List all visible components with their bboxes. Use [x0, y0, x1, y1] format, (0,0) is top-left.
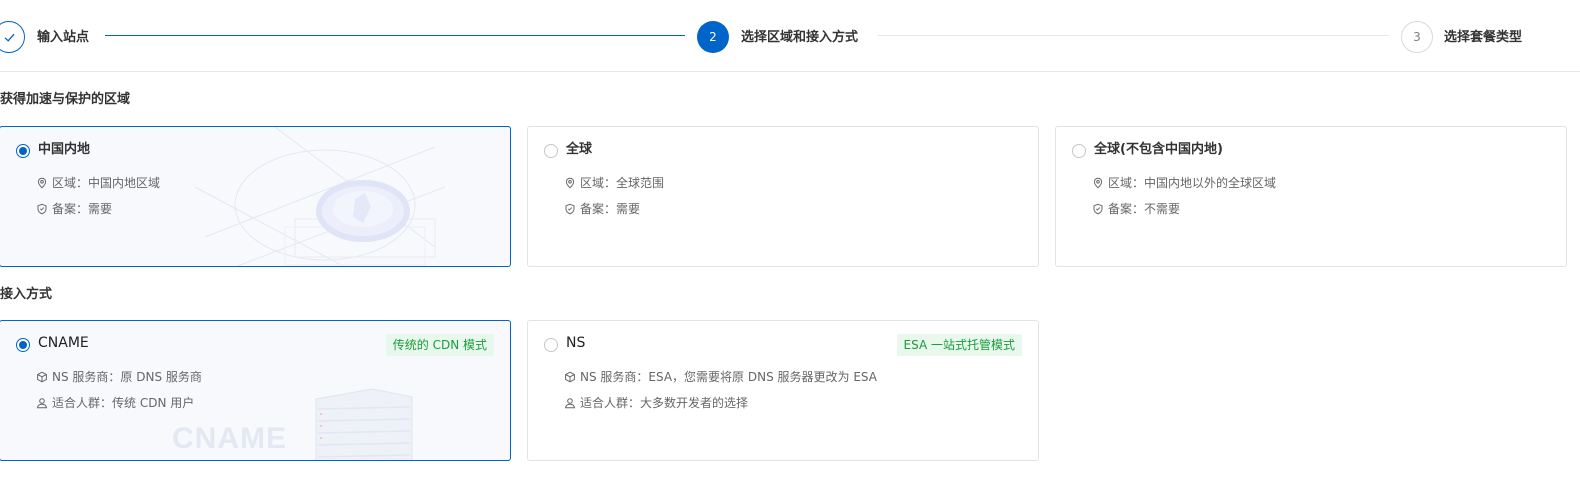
region-filing-info: 备案： 需要: [36, 201, 112, 217]
filing-value: 需要: [616, 202, 641, 216]
filing-label: 备案：: [1108, 202, 1145, 216]
cname-mode-tag: 传统的 CDN 模式: [385, 334, 494, 356]
access-radio-cname[interactable]: [16, 338, 30, 352]
steps-bar: 输入站点 2 选择区域和接入方式 3 选择套餐类型: [0, 0, 1580, 72]
region-title-global: 全球: [566, 142, 593, 157]
area-value: 中国内地区域: [88, 176, 161, 190]
cube-icon: [37, 371, 47, 383]
audience-value: 大多数开发者的选择: [640, 396, 749, 410]
access-title-cname: CNAME: [38, 335, 89, 351]
location-pin-icon: [1093, 177, 1103, 189]
region-area-info: 区域： 中国内地以外的全球区域: [1092, 175, 1276, 191]
check-icon: [4, 33, 14, 42]
ns-label: NS 服务商：: [52, 370, 121, 384]
ns-mode-tag: ESA 一站式托管模式: [896, 334, 1022, 356]
user-icon: [564, 398, 576, 409]
location-pin-icon: [37, 177, 47, 189]
region-option-global-excluding-mainland[interactable]: 全球(不包含中国内地) 区域： 中国内地以外的全球区域 备案： 不需要: [1055, 126, 1567, 267]
user-icon: [36, 398, 48, 409]
ns-label: NS 服务商：: [580, 370, 649, 384]
access-section-title: 接入方式: [0, 287, 53, 302]
region-radio-global[interactable]: [544, 144, 558, 158]
region-filing-info: 备案： 需要: [564, 201, 640, 217]
ns-value: ESA，您需要将原 DNS 服务器更改为 ESA: [648, 370, 877, 384]
audience-value: 传统 CDN 用户: [112, 396, 195, 410]
location-pin-icon: [565, 177, 575, 189]
cube-icon: [565, 371, 575, 383]
step-3-title: 选择套餐类型: [1444, 30, 1523, 45]
ns-value: 原 DNS 服务商: [120, 370, 202, 384]
area-value: 全球范围: [616, 176, 665, 190]
region-radio-global-excluding-mainland[interactable]: [1072, 144, 1086, 158]
area-label: 区域：: [52, 176, 89, 190]
region-filing-info: 备案： 不需要: [1092, 201, 1180, 217]
shield-icon: [37, 203, 47, 215]
region-area-info: 区域： 全球范围: [564, 175, 664, 191]
step-1-indicator[interactable]: [0, 21, 25, 53]
shield-icon: [1093, 203, 1103, 215]
step-3-indicator: 3: [1401, 21, 1433, 53]
area-label: 区域：: [580, 176, 617, 190]
access-radio-ns[interactable]: [544, 338, 558, 352]
filing-value: 不需要: [1144, 202, 1181, 216]
step-connector-2: [878, 35, 1389, 36]
audience-label: 适合人群：: [580, 396, 641, 410]
region-option-mainland-china[interactable]: 中国内地 区域： 中国内地区域 备案： 需要: [0, 126, 511, 267]
region-title-mainland-china: 中国内地: [38, 142, 91, 157]
filing-value: 需要: [88, 202, 113, 216]
server-stack-illustration: [315, 388, 413, 460]
step-connector-1: [105, 35, 685, 36]
region-section-title: 获得加速与保护的区域: [0, 92, 131, 107]
filing-label: 备案：: [52, 202, 89, 216]
step-2-title: 选择区域和接入方式: [741, 30, 859, 45]
access-audience-info: 适合人群： 大多数开发者的选择: [564, 395, 748, 411]
region-area-info: 区域： 中国内地区域: [36, 175, 160, 191]
globe-illustration: [195, 127, 446, 266]
filing-label: 备案：: [580, 202, 617, 216]
audience-label: 适合人群：: [52, 396, 113, 410]
shield-icon: [565, 203, 575, 215]
area-value: 中国内地以外的全球区域: [1144, 176, 1277, 190]
access-option-ns[interactable]: NS ESA 一站式托管模式 NS 服务商： ESA，您需要将原 DNS 服务器更…: [527, 320, 1039, 461]
area-label: 区域：: [1108, 176, 1145, 190]
access-title-ns: NS: [566, 335, 586, 351]
region-radio-mainland-china[interactable]: [16, 144, 30, 158]
access-ns-info: NS 服务商： ESA，您需要将原 DNS 服务器更改为 ESA: [564, 369, 877, 385]
access-audience-info: 适合人群： 传统 CDN 用户: [36, 395, 194, 411]
access-ns-info: NS 服务商：原 DNS 服务商: [36, 369, 202, 385]
region-option-global[interactable]: 全球 区域： 全球范围 备案： 需要: [527, 126, 1039, 267]
access-option-cname[interactable]: CNAME CNAME 传统的 CDN 模式 NS 服务商：原 DNS 服务商 …: [0, 320, 511, 461]
step-2-indicator: 2: [697, 21, 729, 53]
cname-watermark: CNAME: [172, 422, 287, 455]
step-1-title[interactable]: 输入站点: [37, 29, 89, 46]
region-title-global-excluding-mainland: 全球(不包含中国内地): [1094, 142, 1223, 157]
